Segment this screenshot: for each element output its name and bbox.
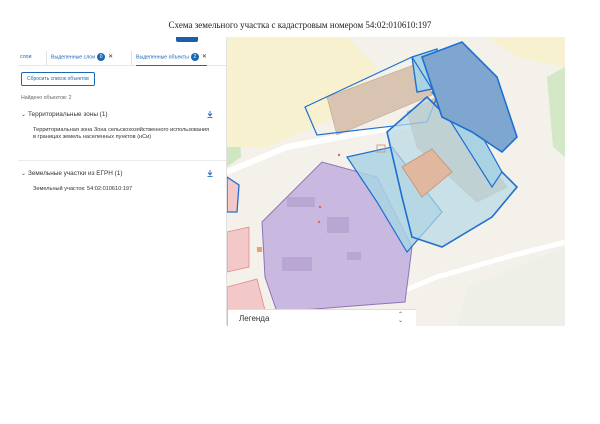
section-title-parcels[interactable]: Земельные участки из ЕГРН (1) xyxy=(28,170,122,177)
tab-layers-label: слои xyxy=(20,54,32,60)
objects-panel: слои Выделенные слои 0 ✕ Выделенные объект… xyxy=(18,37,227,325)
legend-label: Легенда xyxy=(239,314,270,323)
section-title-zones[interactable]: Территориальные зоны (1) xyxy=(28,111,108,118)
chevron-updown-icon[interactable]: ⌃ ⌄ xyxy=(398,312,403,324)
divider xyxy=(18,160,226,161)
zone-item[interactable]: Территориальная зона Зона сельскохозяйст… xyxy=(33,127,213,142)
tab-selected-layers-label: Выделенные слои xyxy=(51,54,96,61)
download-icon[interactable] xyxy=(207,170,213,177)
chevron-down-icon[interactable]: ⌄ xyxy=(21,111,26,118)
tab-selected-layers-badge: 0 xyxy=(97,53,106,61)
chevron-down-icon[interactable]: ⌄ xyxy=(21,170,26,177)
reset-objects-button[interactable]: Сбросить список объектов xyxy=(21,72,95,86)
tab-selected-layers[interactable]: Выделенные слои 0 ✕ xyxy=(46,51,113,65)
tab-selected-objects-badge: 2 xyxy=(190,53,199,61)
tab-selected-objects[interactable]: Выделенные объекты 2 ✕ xyxy=(131,51,207,66)
panel-top-control[interactable] xyxy=(176,37,198,42)
map-view[interactable] xyxy=(227,37,565,326)
legend-dropdown[interactable]: Легенда ⌃ ⌄ xyxy=(228,309,416,327)
tab-bar: слои Выделенные слои 0 ✕ Выделенные объект… xyxy=(18,51,226,66)
download-icon[interactable] xyxy=(207,111,213,118)
parcel-item[interactable]: Земельный участок: 54:02:010610:197 xyxy=(33,186,213,193)
tab-selected-objects-label: Выделенные объекты xyxy=(136,54,189,61)
close-icon[interactable]: ✕ xyxy=(108,51,113,63)
document-title: Схема земельного участка с кадастровым н… xyxy=(168,20,432,30)
map-canvas[interactable] xyxy=(227,37,565,326)
found-count: Найдено объектов: 2 xyxy=(21,95,72,101)
tab-layers[interactable]: слои xyxy=(20,51,31,65)
close-icon[interactable]: ✕ xyxy=(202,51,207,63)
